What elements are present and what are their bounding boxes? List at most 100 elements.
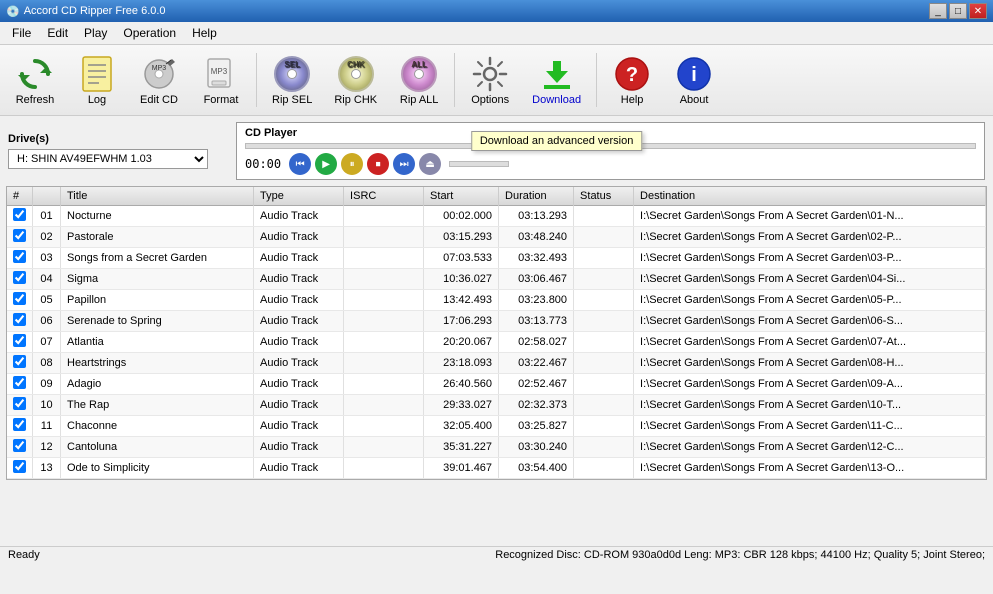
row-number: 01 [33,206,61,227]
pause-button[interactable]: ⏸ [341,153,363,175]
row-isrc [344,332,424,353]
row-dest: I:\Secret Garden\Songs From A Secret Gar… [634,395,986,416]
row-type: Audio Track [254,248,344,269]
table-row: 05 Papillon Audio Track 13:42.493 03:23.… [7,290,986,311]
row-title: Papillon [61,290,254,311]
row-dest: I:\Secret Garden\Songs From A Secret Gar… [634,458,986,479]
row-checkbox[interactable] [13,208,26,221]
row-title: Heartstrings [61,353,254,374]
table-row: 09 Adagio Audio Track 26:40.560 02:52.46… [7,374,986,395]
row-type: Audio Track [254,227,344,248]
close-button[interactable]: ✕ [969,3,987,19]
menu-file[interactable]: File [4,24,39,42]
row-isrc [344,290,424,311]
rip-chk-button[interactable]: CHK Rip CHK [325,49,386,111]
player-section: Drive(s) H: SHIN AV49EFWHM 1.03 CD Playe… [0,116,993,186]
rip-all-button[interactable]: ALL Rip ALL [390,49,448,111]
download-button[interactable]: Download [523,49,590,111]
row-title: Serenade to Spring [61,311,254,332]
row-type: Audio Track [254,416,344,437]
row-duration: 03:23.800 [499,290,574,311]
row-status [574,206,634,227]
refresh-icon [16,55,54,93]
table-row: 02 Pastorale Audio Track 03:15.293 03:48… [7,227,986,248]
row-start: 17:06.293 [424,311,499,332]
maximize-button[interactable]: □ [949,3,967,19]
row-checkbox[interactable] [13,418,26,431]
row-checkbox[interactable] [13,292,26,305]
table-row: 10 The Rap Audio Track 29:33.027 02:32.3… [7,395,986,416]
menu-edit[interactable]: Edit [39,24,76,42]
row-status [574,248,634,269]
help-button[interactable]: ? Help [603,49,661,111]
format-icon: MP3 [202,55,240,93]
help-label: Help [621,94,644,106]
refresh-label: Refresh [16,94,55,106]
about-button[interactable]: i About [665,49,723,111]
row-title: Songs from a Secret Garden [61,248,254,269]
row-status [574,311,634,332]
menu-play[interactable]: Play [76,24,115,42]
row-checkbox[interactable] [13,271,26,284]
drive-section: Drive(s) H: SHIN AV49EFWHM 1.03 [8,133,228,169]
toolbar: Refresh Log MP3 Edit CD [0,45,993,116]
options-label: Options [471,94,509,106]
row-checkbox-cell [7,374,33,395]
row-checkbox[interactable] [13,334,26,347]
stop-button[interactable]: ⏹ [367,153,389,175]
row-checkbox[interactable] [13,355,26,368]
row-checkbox[interactable] [13,313,26,326]
row-isrc [344,416,424,437]
app-icon: 💿 [6,5,20,18]
rip-sel-button[interactable]: SEL Rip SEL [263,49,321,111]
row-checkbox[interactable] [13,376,26,389]
table-row: 08 Heartstrings Audio Track 23:18.093 03… [7,353,986,374]
edit-cd-label: Edit CD [140,94,178,106]
row-status [574,374,634,395]
row-number: 13 [33,458,61,479]
row-start: 00:02.000 [424,206,499,227]
refresh-button[interactable]: Refresh [6,49,64,111]
row-checkbox[interactable] [13,439,26,452]
volume-slider[interactable] [449,161,509,167]
status-right: Recognized Disc: CD-ROM 930a0d0d Leng: M… [495,549,985,561]
row-isrc [344,437,424,458]
play-button[interactable]: ▶ [315,153,337,175]
row-checkbox[interactable] [13,397,26,410]
rip-chk-label: Rip CHK [334,94,377,106]
table-row: 03 Songs from a Secret Garden Audio Trac… [7,248,986,269]
row-duration: 03:54.400 [499,458,574,479]
row-checkbox[interactable] [13,460,26,473]
col-header-title: Title [61,187,254,206]
row-title: Ode to Simplicity [61,458,254,479]
menu-operation[interactable]: Operation [115,24,184,42]
options-button[interactable]: Options [461,49,519,111]
row-duration: 03:32.493 [499,248,574,269]
table-row: 06 Serenade to Spring Audio Track 17:06.… [7,311,986,332]
row-dest: I:\Secret Garden\Songs From A Secret Gar… [634,227,986,248]
rewind-button[interactable]: ⏮ [289,153,311,175]
row-dest: I:\Secret Garden\Songs From A Secret Gar… [634,290,986,311]
rip-all-label: Rip ALL [400,94,439,106]
row-status [574,416,634,437]
drive-select[interactable]: H: SHIN AV49EFWHM 1.03 [8,149,208,169]
menu-help[interactable]: Help [184,24,225,42]
row-checkbox[interactable] [13,229,26,242]
eject-button[interactable]: ⏏ [419,153,441,175]
row-type: Audio Track [254,332,344,353]
row-checkbox[interactable] [13,250,26,263]
rip-sel-label: Rip SEL [272,94,312,106]
row-status [574,269,634,290]
about-icon: i [675,55,713,93]
log-button[interactable]: Log [68,49,126,111]
fast-forward-button[interactable]: ⏭ [393,153,415,175]
svg-text:MP3: MP3 [211,67,228,76]
edit-cd-button[interactable]: MP3 Edit CD [130,49,188,111]
about-label: About [680,94,709,106]
edit-cd-icon: MP3 [140,55,178,93]
format-button[interactable]: MP3 Format [192,49,250,111]
minimize-button[interactable]: _ [929,3,947,19]
row-status [574,395,634,416]
status-bar: Ready Recognized Disc: CD-ROM 930a0d0d L… [0,546,993,563]
options-icon [472,56,508,92]
